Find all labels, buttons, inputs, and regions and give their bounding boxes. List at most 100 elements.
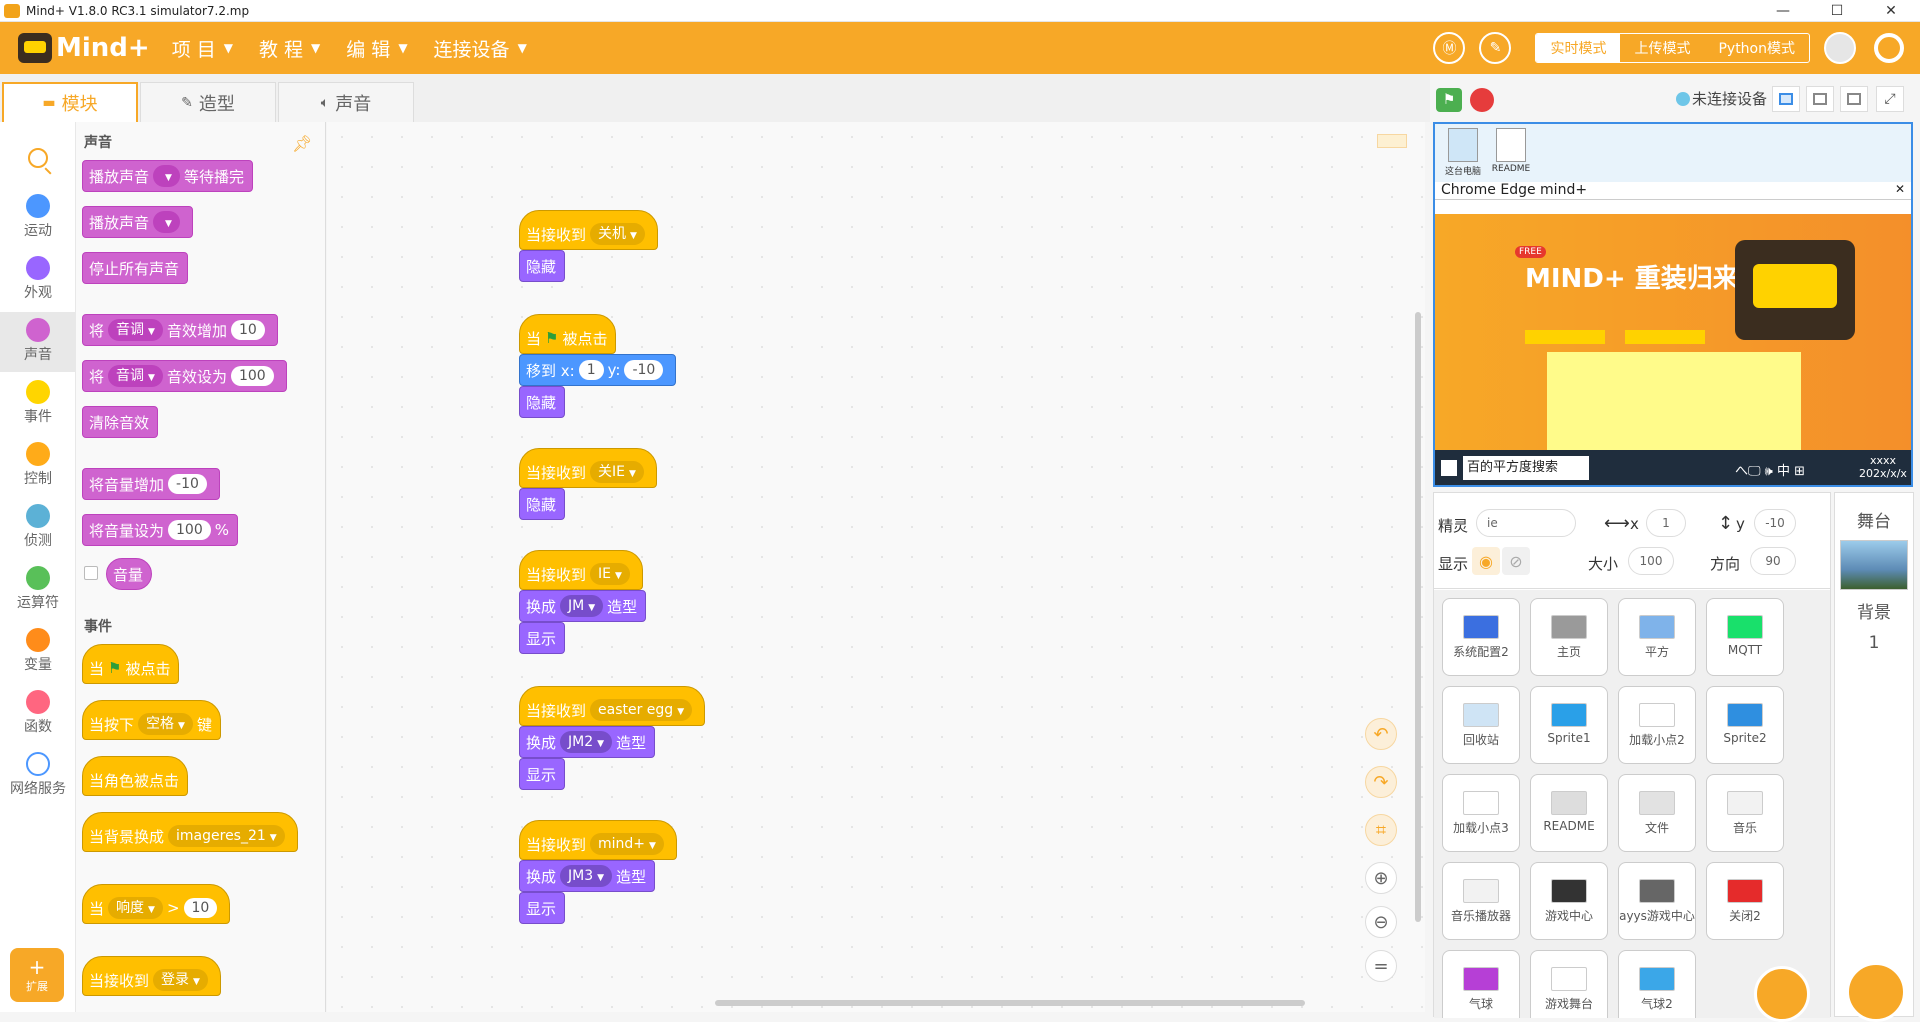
stage-selector[interactable]: 舞台 背景 1 xyxy=(1834,492,1914,1017)
sprite-card[interactable]: 平方 xyxy=(1618,598,1696,676)
block-when-loudness-greater[interactable]: 当响度 ▼ >10 xyxy=(82,884,231,924)
block-play-sound-until-done[interactable]: 播放声音 ▼ 等待播完 xyxy=(82,160,253,192)
sprite-card[interactable]: 游戏舞台 xyxy=(1530,950,1608,1018)
message-dropdown[interactable]: 登录 ▼ xyxy=(153,969,208,991)
sprite-card[interactable]: 回收站 xyxy=(1442,686,1520,764)
category-motion[interactable]: 运动 xyxy=(0,188,76,248)
script-hat-receive-close-ie[interactable]: 当接收到 关IE ▼ xyxy=(519,448,657,488)
sprite-card[interactable]: 加载小点2 xyxy=(1618,686,1696,764)
costume-dropdown[interactable]: JM ▼ xyxy=(560,595,604,617)
desktop-readme[interactable]: README xyxy=(1491,128,1531,174)
category-control[interactable]: 控制 xyxy=(0,436,76,496)
taskbar-search[interactable]: 百的平方度搜索 xyxy=(1463,456,1589,480)
x-input[interactable]: 1 xyxy=(1646,509,1686,537)
block-change-volume[interactable]: 将音量增加 -10 xyxy=(82,468,220,500)
message-dropdown[interactable]: 关机 ▼ xyxy=(590,223,645,245)
block-when-receive[interactable]: 当接收到 登录 ▼ xyxy=(82,956,221,996)
script-block-goto-xy[interactable]: 移到 x: 1 y: -10 xyxy=(519,354,677,386)
undo-icon[interactable]: ↶ xyxy=(1365,718,1397,750)
sprite-card[interactable]: README xyxy=(1530,774,1608,852)
volume-monitor-checkbox[interactable] xyxy=(84,566,98,580)
tab-sounds[interactable]: 🔈︎ 声音 xyxy=(278,82,414,122)
zoom-in-icon[interactable]: ⊕ xyxy=(1365,862,1397,894)
close-icon[interactable]: ✕ xyxy=(1895,182,1905,196)
message-dropdown[interactable]: IE ▼ xyxy=(590,563,630,585)
block-when-backdrop-switches[interactable]: 当背景换成 imageres_21 ▼ xyxy=(82,812,298,852)
mode-python[interactable]: Python模式 xyxy=(1704,34,1809,62)
layout-large-stage-button[interactable] xyxy=(1840,86,1868,112)
crop-icon[interactable]: ⌗ xyxy=(1365,814,1397,846)
sprite-card[interactable]: 游戏中心 xyxy=(1530,862,1608,940)
script-hat-receive-mind[interactable]: 当接收到 mind+ ▼ xyxy=(519,820,677,860)
sound-dropdown[interactable]: ▼ xyxy=(153,211,180,233)
pin-icon[interactable]: 📌︎ xyxy=(292,134,312,153)
script-block-show[interactable]: 显示 xyxy=(519,622,566,654)
sprite-name-input[interactable]: ie xyxy=(1476,509,1576,537)
size-input[interactable]: 100 xyxy=(1628,547,1674,575)
gear-icon[interactable] xyxy=(1874,33,1904,63)
script-block-switch-costume[interactable]: 换成 JM3 ▼ 造型 xyxy=(519,860,656,892)
layout-normal-stage-button[interactable] xyxy=(1806,86,1834,112)
green-flag-button[interactable]: ⚑ xyxy=(1436,88,1462,112)
add-extension-button[interactable]: + 扩展 xyxy=(10,948,64,1002)
x-input[interactable]: 1 xyxy=(578,360,604,380)
script-block-switch-costume[interactable]: 换成 JM2 ▼ 造型 xyxy=(519,726,656,758)
script-hat-receive-shutdown[interactable]: 当接收到 关机 ▼ xyxy=(519,210,658,250)
minimize-button[interactable]: — xyxy=(1760,0,1806,22)
eye-slash-icon[interactable]: ⊘ xyxy=(1502,547,1530,575)
number-input[interactable]: -10 xyxy=(168,474,207,494)
zoom-out-icon[interactable]: ⊖ xyxy=(1365,906,1397,938)
script-block-hide[interactable]: 隐藏 xyxy=(519,250,566,282)
script-hat-receive-easter-egg[interactable]: 当接收到 easter egg ▼ xyxy=(519,686,706,726)
number-input[interactable]: 10 xyxy=(230,320,265,340)
script-hat-flag-clicked[interactable]: 当 ⚑ 被点击 xyxy=(519,314,617,354)
effect-dropdown[interactable]: 音调 ▼ xyxy=(108,319,163,341)
direction-input[interactable]: 90 xyxy=(1750,547,1796,575)
block-stop-all-sounds[interactable]: 停止所有声音 xyxy=(82,252,189,284)
sprite-card[interactable]: Sprite2 xyxy=(1706,686,1784,764)
sprite-card[interactable]: 气球 xyxy=(1442,950,1520,1018)
feedback-icon[interactable]: ✎ xyxy=(1479,32,1512,64)
block-volume-reporter[interactable]: 音量 xyxy=(106,558,153,590)
maximize-button[interactable]: ☐ xyxy=(1814,0,1860,22)
script-hat-receive-ie[interactable]: 当接收到 IE ▼ xyxy=(519,550,643,590)
add-sprite-button[interactable] xyxy=(1754,966,1810,1022)
course-icon[interactable]: Ⓜ xyxy=(1433,32,1466,64)
sprite-card[interactable]: 气球2 xyxy=(1618,950,1696,1018)
mode-upload[interactable]: 上传模式 xyxy=(1620,34,1704,62)
website-button[interactable] xyxy=(1525,330,1605,344)
menu-edit[interactable]: 编 辑 ▼ xyxy=(346,35,407,62)
category-events[interactable]: 事件 xyxy=(0,374,76,434)
costume-dropdown[interactable]: JM2 ▼ xyxy=(560,731,613,753)
sprite-card[interactable]: 主页 xyxy=(1530,598,1608,676)
search-icon[interactable] xyxy=(27,148,48,168)
close-button[interactable]: ✕ xyxy=(1868,0,1914,22)
sprite-card[interactable]: 系统配置2 xyxy=(1442,598,1520,676)
block-change-effect[interactable]: 将音调 ▼ 音效增加 10 xyxy=(82,314,278,346)
block-when-flag-clicked[interactable]: 当 ⚑ 被点击 xyxy=(82,644,180,684)
y-input[interactable]: -10 xyxy=(624,360,664,380)
message-dropdown[interactable]: mind+ ▼ xyxy=(590,833,664,855)
block-play-sound[interactable]: 播放声音 ▼ xyxy=(82,206,193,238)
fullscreen-button[interactable]: ⤢ xyxy=(1876,86,1904,112)
block-clear-effects[interactable]: 清除音效 xyxy=(82,406,159,438)
stop-button[interactable] xyxy=(1470,88,1494,112)
tab-costumes[interactable]: ✎ 造型 xyxy=(140,82,276,122)
number-input[interactable]: 10 xyxy=(183,898,218,918)
user-avatar[interactable] xyxy=(1824,32,1856,64)
script-block-show[interactable]: 显示 xyxy=(519,758,566,790)
sprite-card[interactable]: 加载小点3 xyxy=(1442,774,1520,852)
backdrop-dropdown[interactable]: imageres_21 ▼ xyxy=(168,825,285,847)
script-workspace[interactable]: 当接收到 关机 ▼ 隐藏 当 ⚑ 被点击 移到 x: 1 y: -10 隐藏 当接收到 关IE ▼… xyxy=(327,122,1425,1012)
category-network[interactable]: 网络服务 xyxy=(0,746,76,806)
sound-dropdown[interactable]: ▼ xyxy=(153,165,180,187)
script-block-hide[interactable]: 隐藏 xyxy=(519,488,566,520)
category-variables[interactable]: 变量 xyxy=(0,622,76,682)
eye-icon[interactable]: ◉ xyxy=(1472,547,1500,575)
add-backdrop-button[interactable] xyxy=(1846,962,1906,1022)
stage-canvas[interactable]: 这台电脑 README Chrome Edge mind+ ✕ FREE MIND… xyxy=(1433,122,1913,487)
block-when-key-pressed[interactable]: 当按下 空格 ▼ 键 xyxy=(82,700,221,740)
desktop-this-pc[interactable]: 这台电脑 xyxy=(1443,128,1483,177)
menu-tutorial[interactable]: 教 程 ▼ xyxy=(259,35,320,62)
sprite-card[interactable]: Sprite1 xyxy=(1530,686,1608,764)
